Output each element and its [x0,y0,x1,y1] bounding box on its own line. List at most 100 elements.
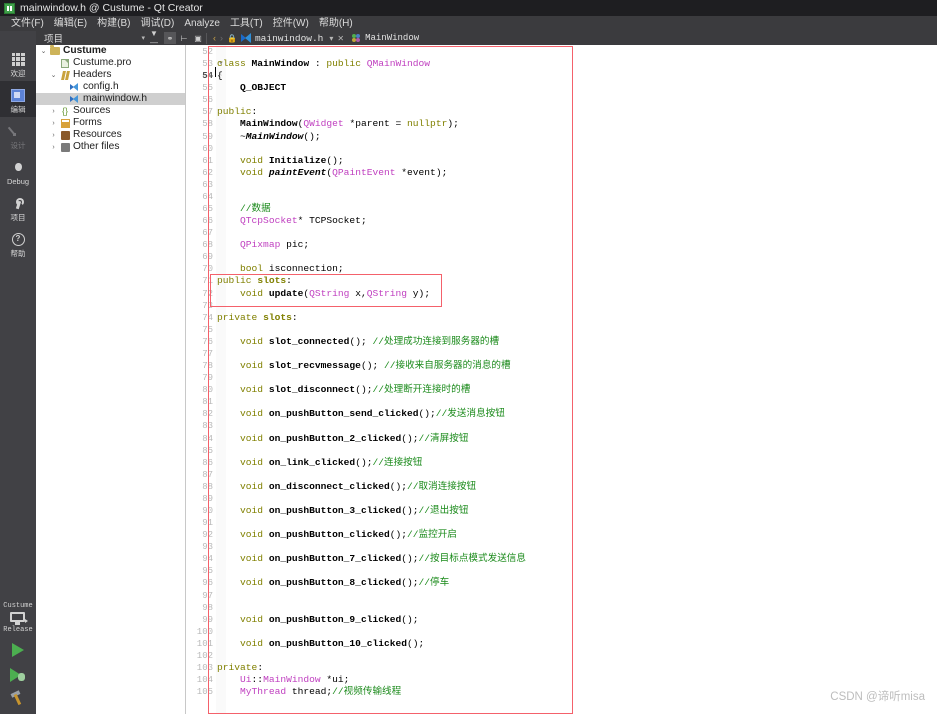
tree-twisty-icon[interactable]: › [48,132,59,139]
code-token: private [217,311,258,323]
mode-projects[interactable]: 项目 [0,189,36,225]
edit-icon [11,87,25,104]
line-number: 65 [202,204,213,215]
lock-icon[interactable]: 🔒 [227,34,237,43]
toolbar-icon-group: ▼— ⚭ ⊢ ▣ [148,29,204,47]
other-files-icon [59,142,71,152]
code-token: (); [303,130,321,142]
line-number: 98 [202,602,213,613]
line-number: 103 [196,662,213,673]
line-number: 56 [202,95,213,106]
code-token: public [217,106,252,118]
code-token: MyThread [240,686,287,698]
menu-analyze[interactable]: Analyze [179,16,225,31]
code-token: Initialize [268,154,327,166]
line-number: 89 [202,493,213,504]
help-question-icon: ? [11,231,25,248]
menu-help[interactable]: 帮助(H) [314,16,358,31]
tree-item-forms[interactable]: › Forms [36,117,185,129]
code-token: //按目标点模式发送信息 [418,553,526,565]
menu-build[interactable]: 构建(B) [92,16,135,31]
line-number: 105 [196,687,213,698]
menu-tools[interactable]: 工具(T) [225,16,268,31]
menu-edit[interactable]: 编辑(E) [49,16,92,31]
open-document-chip[interactable]: mainwindow.h [237,33,323,44]
line-number: 77 [202,348,213,359]
code-token: void [240,360,264,372]
code-token: : [309,58,327,70]
code-token: //监控开启 [407,529,457,541]
expand-all-icon[interactable]: ⊢ [178,32,190,44]
code-token: QString [309,287,350,299]
code-token: QMainWindow [366,58,431,70]
line-number: 69 [202,252,213,263]
line-number: 76 [202,336,213,347]
tree-item-sources[interactable]: ›{} Sources [36,105,185,117]
window-title: mainwindow.h @ Custume - Qt Creator [20,2,203,14]
mode-edit[interactable]: 编辑 [0,81,36,117]
line-number: 59 [202,131,213,142]
line-number: 67 [202,228,213,239]
mode-help[interactable]: ? 帮助 [0,225,36,261]
tree-twisty-icon[interactable]: ⌄ [38,47,49,55]
open-document-name: mainwindow.h [254,32,324,44]
line-number: 79 [202,373,213,384]
tree-item-config-h[interactable]: config.h [36,81,185,93]
tree-item-resources[interactable]: › Resources [36,129,185,141]
code-token: //停车 [418,577,450,589]
code-token: *event); [395,166,448,178]
close-icon[interactable]: ✕ [337,34,344,43]
code-token: //视频传输线程 [332,686,402,698]
tree-item-other-files[interactable]: › Other files [36,141,185,153]
code-token: update [268,287,304,299]
tree-item-custume[interactable]: ⌄ Custume [36,45,185,57]
tree-item-headers[interactable]: ⌄ Headers [36,69,185,81]
build-button[interactable] [10,690,26,706]
tree-view-selector[interactable]: 项目 ▾ [36,31,148,45]
menu-file[interactable]: 文件(F) [6,16,49,31]
line-number: 90 [202,505,213,516]
code-token: //处理成功连接到服务器的槽 [372,335,500,347]
code-token: MainWindow [240,118,298,130]
code-token: void [240,408,264,420]
link-sync-icon[interactable]: ⚭ [164,32,176,44]
nav-back-icon[interactable]: ‹ [213,33,216,43]
tree-twisty-icon[interactable]: › [48,144,59,151]
code-token: ); [447,118,459,130]
pro-file-icon [59,58,71,68]
split-view-icon[interactable]: ▣ [192,32,204,44]
menu-window[interactable]: 控件(W) [268,16,314,31]
mode-debug[interactable]: Debug [0,153,36,189]
target-selector-icon[interactable] [10,612,28,625]
nav-forward-icon[interactable]: › [220,33,223,43]
debug-button[interactable] [10,668,26,682]
tree-twisty-icon[interactable]: › [48,108,59,115]
tree-twisty-icon[interactable]: › [48,120,59,127]
code-token: //退出按钮 [418,504,469,516]
tree-item-mainwindow-h[interactable]: mainwindow.h [36,93,185,105]
filter-icon[interactable]: ▼— [150,29,162,47]
code-token: (); [401,553,419,565]
tree-item-custume-pro[interactable]: Custume.pro [36,57,185,69]
run-button[interactable] [12,643,24,657]
tree-twisty-icon[interactable]: ⌄ [48,71,59,79]
qt-creator-icon [4,2,15,14]
line-number: 52 [202,47,213,57]
code-token: on_pushButton_clicked [268,529,390,541]
code-token: QWidget [303,118,344,130]
mode-welcome[interactable]: 欢迎 [0,45,36,81]
chevron-down-icon[interactable]: ▾ [329,34,333,43]
line-number: 85 [202,445,213,456]
line-number: 99 [202,614,213,625]
project-tree-pane[interactable]: ⌄ Custume Custume.pro ⌄ Headers config.h mainw… [36,45,186,714]
symbol-selector[interactable]: MainWindow [344,33,419,43]
line-number: 102 [196,650,213,661]
design-pencil-icon [12,123,24,140]
debug-bug-icon [12,159,25,176]
editor-empty-area [575,45,937,714]
folder-icon [49,45,61,55]
code-token: (); [355,384,373,396]
